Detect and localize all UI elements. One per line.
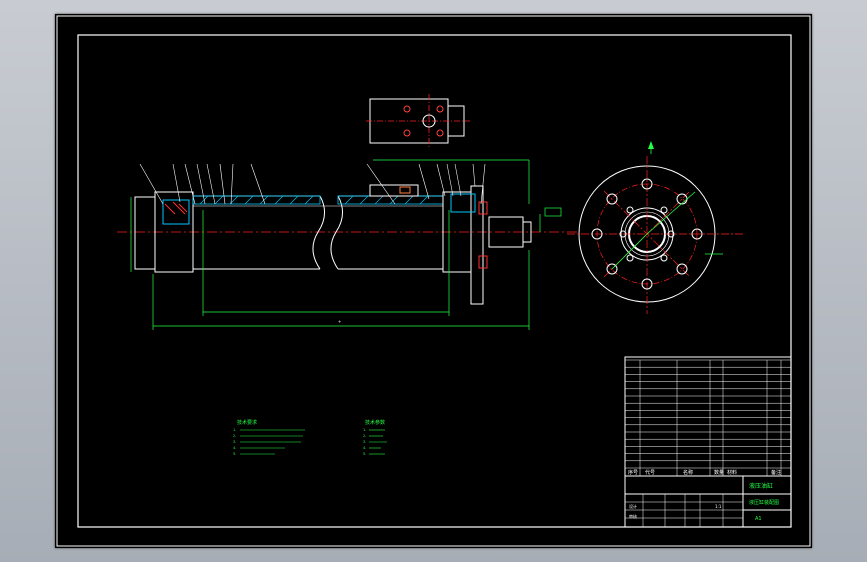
detail-view-top xyxy=(366,94,470,148)
drawing-name: 液压缸装配图 xyxy=(749,499,779,506)
tech-param-line: 5. xyxy=(363,452,366,456)
bom-header-cell: 序号 xyxy=(628,469,638,476)
tech-param-line: 2. xyxy=(363,434,366,438)
bom-header-cell: 数量 xyxy=(714,469,724,476)
tech-note-line: 4. xyxy=(233,446,236,450)
dim-label-total: + xyxy=(338,319,341,324)
tech-notes-left: 技术要求 1. 2. 3. 4. 5. xyxy=(233,419,305,456)
tech-notes-left-title: 技术要求 xyxy=(237,419,257,426)
tech-note-line: 2. xyxy=(233,434,236,438)
tech-notes-right: 技术参数 1. 2. 3. 4. 5. xyxy=(363,419,387,456)
tech-notes-right-title: 技术参数 xyxy=(365,419,385,426)
inner-border xyxy=(77,34,792,528)
tech-note-line: 1. xyxy=(233,428,236,432)
drawing-sheet: A1 xyxy=(755,516,762,522)
drawing-title: 液压油缸 xyxy=(749,482,773,490)
outer-border xyxy=(56,15,811,547)
tech-note-line: 3. xyxy=(233,440,236,444)
tech-param-line: 3. xyxy=(363,440,366,444)
title-block: 序号 代号 名称 数量 材料 备注 液压油缸 液压缸装配图 A1 设计 审核 1… xyxy=(624,356,792,528)
bom-header-cell: 材料 xyxy=(727,469,737,476)
cad-viewport[interactable]: + 技术要求 1. 2. 3. 4. 5. 技术参数 1. 2. 3. 4. 5… xyxy=(55,14,812,548)
flange-end-view xyxy=(567,141,743,314)
bom-header-cell: 代号 xyxy=(645,469,655,476)
scale-value: 1:1 xyxy=(715,504,722,509)
bom-table xyxy=(625,359,791,476)
bom-header-cell: 名称 xyxy=(683,469,693,476)
cad-drawing: + 技术要求 1. 2. 3. 4. 5. 技术参数 1. 2. 3. 4. 5… xyxy=(56,15,811,547)
tech-param-line: 4. xyxy=(363,446,366,450)
tech-param-line: 1. xyxy=(363,428,366,432)
designer-label: 设计 xyxy=(629,503,637,509)
bom-header-row: 序号 代号 名称 数量 材料 备注 xyxy=(628,469,781,476)
tech-note-line: 5. xyxy=(233,452,236,456)
cylinder-section-view: + xyxy=(117,159,577,330)
bom-header-cell: 备注 xyxy=(771,469,781,476)
